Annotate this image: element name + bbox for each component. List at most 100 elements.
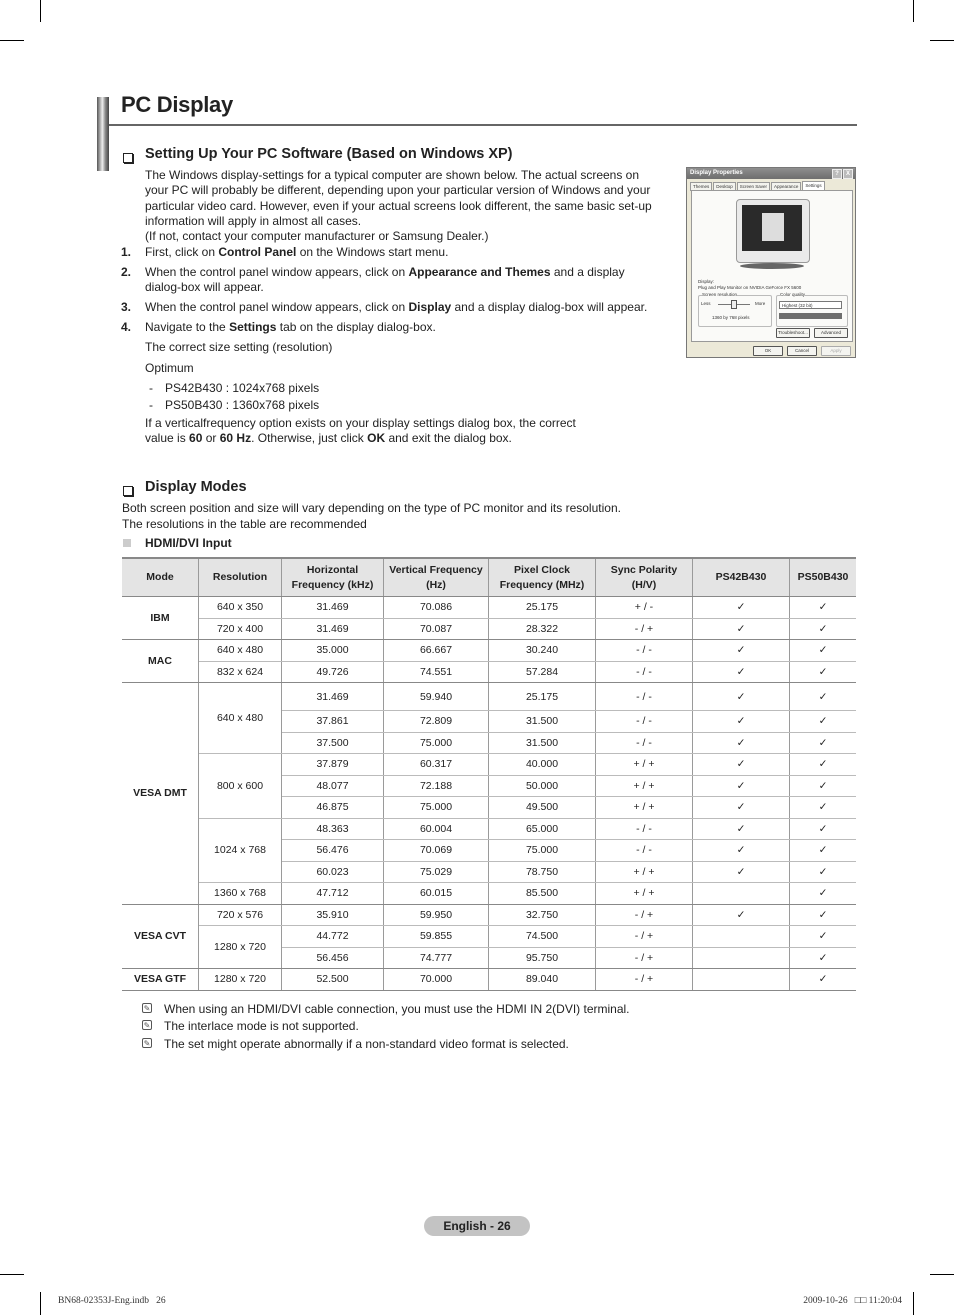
- color-quality-bar: [779, 313, 842, 319]
- ok-button[interactable]: OK: [753, 346, 783, 356]
- step-number: 1.: [121, 245, 132, 259]
- ok-keyword: OK: [367, 431, 386, 446]
- cell-v-freq: 70.087: [383, 618, 489, 640]
- step-1: First, click on Control Panel on the Win…: [145, 245, 665, 260]
- step-number: 2.: [121, 265, 132, 279]
- cell-pixel-clock: 89.040: [488, 968, 596, 991]
- col-header: Horizontal Frequency (kHz): [281, 557, 384, 597]
- cell-v-freq: 60.015: [383, 882, 489, 905]
- display-label: Display:: [698, 279, 715, 284]
- note-text: The set might operate abnormally if a no…: [164, 1037, 569, 1051]
- optimum-label: Optimum: [145, 361, 194, 375]
- cell-sync-polarity: - / -: [595, 661, 693, 683]
- cell-h-freq: 31.469: [281, 618, 384, 640]
- crop-mark: [40, 0, 41, 22]
- optimum-item-dash: -: [149, 398, 153, 412]
- troubleshoot-button[interactable]: Troubleshoot...: [776, 328, 810, 338]
- table-row: 1360 x 768 47.712 60.015 85.500 + / + ✓: [122, 882, 856, 905]
- note-icon: ✎: [142, 1038, 152, 1048]
- col-header: Mode: [122, 557, 199, 597]
- check-icon: ✓: [692, 682, 790, 711]
- check-icon: ✓: [789, 796, 856, 819]
- correct-size-label: The correct size setting (resolution): [145, 340, 333, 354]
- cell-resolution: 1280 x 720: [198, 968, 282, 991]
- check-icon: ✓: [789, 639, 856, 662]
- display-properties-dialog: Display Properties ? X Themes Desktop Sc…: [686, 167, 856, 358]
- color-quality-label: Color quality: [780, 292, 806, 297]
- check-icon: ✓: [789, 925, 856, 948]
- cell-sync-polarity: - / -: [595, 710, 693, 733]
- monitor-screen: [742, 205, 802, 251]
- step-keyword: Display: [408, 300, 452, 314]
- display-modes-table: Mode Resolution Horizontal Frequency (kH…: [122, 557, 856, 991]
- cell-pixel-clock: 74.500: [488, 925, 596, 948]
- check-icon: ✓: [692, 639, 790, 662]
- cell-ps42-support: [692, 968, 790, 991]
- cell-sync-polarity: - / -: [595, 818, 693, 840]
- note-icon: ✎: [142, 1020, 152, 1030]
- cell-mode: VESA DMT: [122, 682, 199, 905]
- cell-h-freq: 37.500: [281, 732, 384, 754]
- check-icon: ✓: [692, 618, 790, 640]
- close-icon[interactable]: X: [843, 169, 853, 179]
- apply-button[interactable]: Apply: [821, 346, 851, 356]
- step-text: First, click on: [145, 245, 219, 259]
- step-keyword: Settings: [229, 320, 277, 334]
- intro-note: (If not, contact your computer manufactu…: [145, 229, 489, 244]
- help-icon[interactable]: ?: [832, 169, 842, 179]
- check-icon: ✓: [789, 682, 856, 711]
- cell-h-freq: 48.363: [281, 818, 384, 840]
- check-icon: ✓: [789, 775, 856, 797]
- step-3: When the control panel window appears, c…: [145, 300, 675, 315]
- cell-mode: VESA CVT: [122, 904, 199, 969]
- cell-h-freq: 47.712: [281, 882, 384, 905]
- cell-sync-polarity: - / +: [595, 968, 693, 991]
- frequency-value: 60 Hz: [219, 431, 252, 446]
- page-title: PC Display: [121, 92, 233, 117]
- check-icon: ✓: [789, 661, 856, 683]
- note-text: The interlace mode is not supported.: [164, 1019, 359, 1033]
- check-icon: ✓: [789, 732, 856, 754]
- cell-sync-polarity: + / +: [595, 796, 693, 819]
- col-header: Sync Polarity (H/V): [595, 557, 693, 597]
- table-row: IBM 640 x 350 31.469 70.086 25.175 + / - ✓ ✓: [122, 596, 856, 640]
- step-text: When the control panel window appears, c…: [145, 300, 409, 314]
- title-divider: [109, 124, 857, 126]
- advanced-button[interactable]: Advanced: [814, 328, 848, 338]
- table-row: 720 x 400 31.469 70.087 28.322- / + ✓ ✓: [122, 618, 856, 640]
- table-row: VESA GTF 1280 x 720 52.500 70.000 89.040- / …: [122, 968, 856, 991]
- crop-mark: [0, 1274, 24, 1275]
- dialog-title-bar: Display Properties ? X: [687, 168, 855, 179]
- cell-resolution: 720 x 400: [198, 618, 282, 640]
- cancel-button[interactable]: Cancel: [787, 346, 817, 356]
- check-icon: ✓: [789, 618, 856, 640]
- cell-v-freq: 74.777: [383, 947, 489, 969]
- table-row: VESA DMT 640 x 480 31.469 59.940 25.175- / -…: [122, 682, 856, 905]
- check-icon: ✓: [692, 596, 790, 619]
- step-4: Navigate to the Settings tab on the disp…: [145, 320, 665, 335]
- cell-v-freq: 59.855: [383, 925, 489, 948]
- check-icon: ✓: [692, 710, 790, 733]
- cell-sync-polarity: - / +: [595, 947, 693, 969]
- display-value: Plug and Play Monitor on NVIDIA GeForce …: [698, 285, 802, 290]
- title-decoration-bar: [97, 97, 109, 171]
- step-number: 3.: [121, 300, 132, 314]
- check-icon: ✓: [789, 839, 856, 862]
- cell-sync-polarity: + / +: [595, 775, 693, 797]
- cell-resolution: 800 x 600: [198, 753, 282, 819]
- cell-v-freq: 66.667: [383, 639, 489, 662]
- frequency-text-part: or: [202, 431, 220, 446]
- cell-sync-polarity: + / +: [595, 861, 693, 883]
- check-icon: ✓: [692, 753, 790, 776]
- color-quality-select[interactable]: Highest (32 bit): [779, 301, 842, 309]
- color-quality-group: [776, 295, 848, 327]
- table-body: IBM 640 x 350 31.469 70.086 25.175 + / - ✓ ✓ 720…: [122, 596, 856, 991]
- cell-sync-polarity: - / -: [595, 682, 693, 711]
- cell-resolution: 1024 x 768: [198, 818, 282, 883]
- step-number: 4.: [121, 320, 132, 334]
- modes-description: Both screen position and size will vary …: [122, 501, 621, 515]
- resolution-slider-thumb[interactable]: [731, 300, 737, 309]
- check-icon: ✓: [789, 753, 856, 776]
- cell-ps42-support: [692, 925, 790, 948]
- crop-mark: [40, 1292, 41, 1315]
